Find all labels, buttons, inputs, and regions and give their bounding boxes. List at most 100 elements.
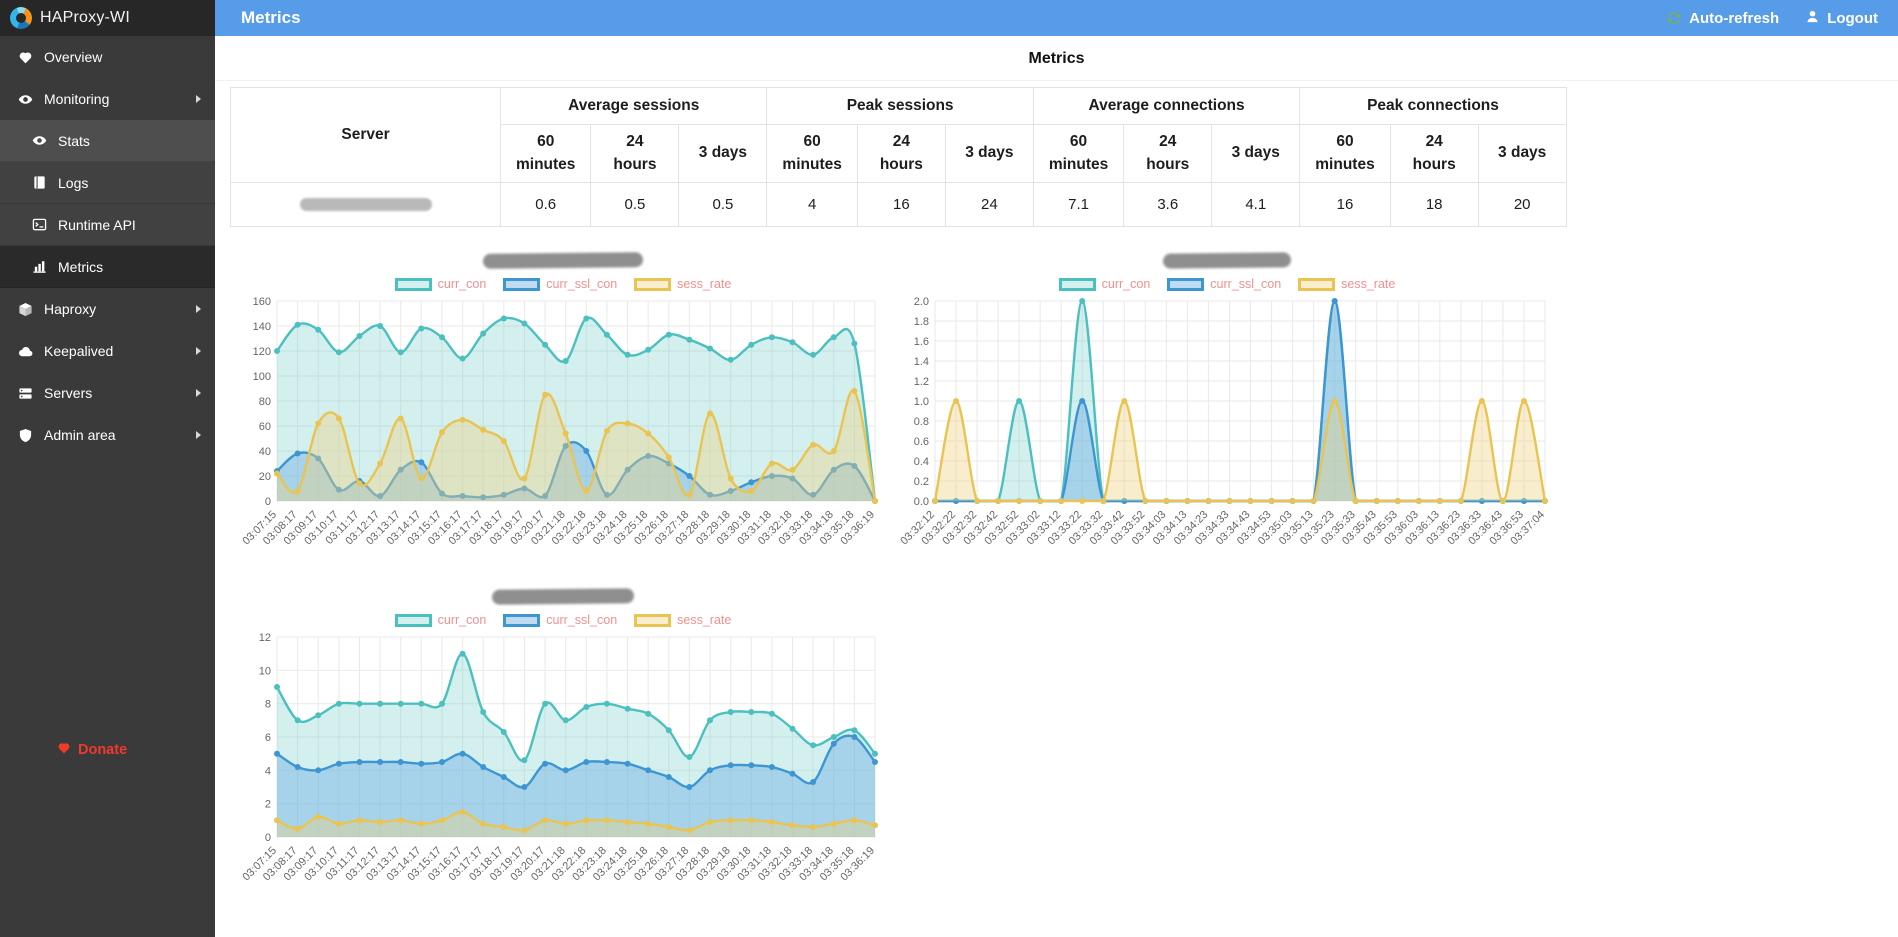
legend-item-curr-con[interactable]: curr_con — [394, 613, 487, 627]
col-period: 3 days — [678, 124, 768, 183]
sidebar-item-keepalived[interactable]: Keepalived — [0, 330, 215, 372]
sidebar-item-label: Runtime API — [58, 216, 136, 233]
svg-text:4: 4 — [265, 765, 271, 777]
legend-label: curr_con — [437, 613, 487, 627]
brand[interactable]: HAProxy-WI — [0, 0, 215, 36]
metric-value-cell: 24 — [944, 182, 1034, 227]
legend-item-curr-con[interactable]: curr_con — [1058, 277, 1150, 291]
legend-item-sess-rate[interactable]: sess_rate — [1298, 277, 1395, 291]
sidebar-item-metrics[interactable]: Metrics — [0, 246, 215, 288]
server-name-redacted — [299, 198, 432, 211]
main-content: Metrics Server Average sessions Peak ses… — [215, 36, 1898, 937]
metrics-chart-2: 0.00.20.40.60.81.01.21.41.61.82.003:32:1… — [898, 296, 1548, 547]
svg-text:6: 6 — [265, 732, 271, 744]
legend-item-curr-con[interactable]: curr_con — [394, 277, 487, 291]
chart-legend: curr_con curr_ssl_con sess_rate — [239, 613, 887, 627]
sidebar-item-runtime-api[interactable]: Runtime API — [0, 204, 215, 246]
chevron-right-icon — [196, 305, 201, 313]
sidebar-item-admin-area[interactable]: Admin area — [0, 414, 215, 456]
col-period: 60 minutes — [1032, 124, 1125, 183]
heartbeat-icon — [17, 49, 33, 65]
legend-swatch-curr-con — [394, 277, 432, 291]
chart-card-2: curr_con curr_ssl_con sess_rate 0.0 0.2 0.… — [897, 252, 1557, 565]
legend-item-sess-rate[interactable]: sess_rate — [634, 613, 731, 627]
top-bar: Metrics Auto-refresh Logout — [215, 0, 1898, 36]
svg-text:1.0: 1.0 — [914, 396, 929, 408]
cube-icon — [17, 301, 33, 317]
svg-text:0.6: 0.6 — [914, 436, 929, 448]
svg-text:8: 8 — [265, 699, 271, 711]
legend-label: sess_rate — [677, 277, 732, 291]
col-header-server: Server — [230, 87, 501, 183]
legend-swatch-sess-rate — [1298, 277, 1336, 291]
col-period: 24 hours — [856, 124, 946, 183]
metric-value-cell: 3.6 — [1123, 182, 1213, 227]
brand-label: HAProxy-WI — [40, 9, 130, 26]
legend-label: curr_con — [437, 277, 487, 291]
metric-value-cell: 0.5 — [590, 182, 680, 227]
metrics-table: Server Average sessions Peak sessions Av… — [230, 87, 1567, 227]
legend-item-sess-rate[interactable]: sess_rate — [634, 277, 731, 291]
metric-value-cell: 4 — [766, 182, 858, 227]
logout-button[interactable]: Logout — [1805, 9, 1878, 28]
server-stack-icon — [17, 385, 33, 401]
svg-text:2: 2 — [265, 799, 271, 811]
chart-legend: curr_con curr_ssl_con sess_rate — [239, 277, 887, 291]
sidebar-item-servers[interactable]: Servers — [0, 372, 215, 414]
sidebar-item-label: Logs — [58, 174, 89, 191]
user-icon — [1805, 9, 1820, 28]
svg-text:2.0: 2.0 — [914, 296, 929, 308]
legend-item-curr-ssl-con[interactable]: curr_ssl_con — [503, 613, 617, 627]
sidebar-item-stats[interactable]: Stats — [0, 120, 215, 162]
eye-icon — [31, 133, 47, 149]
col-period: 60 minutes — [499, 124, 592, 183]
svg-text:80: 80 — [259, 396, 271, 408]
col-group-average-connections: Average connections — [1032, 87, 1301, 125]
legend-label: curr_ssl_con — [1210, 277, 1282, 291]
bar-chart-icon — [31, 259, 47, 275]
shield-icon — [17, 427, 33, 443]
legend-swatch-sess-rate — [634, 277, 672, 291]
svg-text:0.0: 0.0 — [914, 496, 929, 508]
metric-value-cell: 0.6 — [499, 182, 592, 227]
sidebar-item-monitoring[interactable]: Monitoring — [0, 78, 215, 120]
legend-item-curr-ssl-con[interactable]: curr_ssl_con — [503, 277, 617, 291]
svg-text:120: 120 — [253, 346, 271, 358]
sidebar-item-haproxy[interactable]: Haproxy — [0, 288, 215, 330]
svg-text:40: 40 — [259, 446, 271, 458]
sidebar-item-label: Haproxy — [44, 301, 97, 317]
cloud-icon — [17, 343, 33, 359]
metric-value-cell: 16 — [856, 182, 946, 227]
donate-label: Donate — [78, 742, 128, 758]
svg-text:0.8: 0.8 — [914, 416, 929, 428]
eye-icon — [17, 91, 33, 107]
sidebar-item-label: Stats — [58, 132, 90, 149]
col-period: 24 hours — [1389, 124, 1479, 183]
legend-label: curr_ssl_con — [546, 613, 618, 627]
col-period: 3 days — [944, 124, 1034, 183]
legend-label: sess_rate — [677, 613, 732, 627]
sidebar-item-logs[interactable]: Logs — [0, 162, 215, 204]
chart-title-redacted — [1162, 252, 1292, 269]
sidebar-item-label: Admin area — [44, 427, 116, 443]
sidebar-item-label: Keepalived — [44, 343, 114, 359]
auto-refresh-button[interactable]: Auto-refresh — [1666, 10, 1779, 27]
haproxy-wi-logo-icon — [10, 7, 32, 29]
metric-value-cell: 0.5 — [678, 182, 768, 227]
legend-label: curr_ssl_con — [546, 277, 618, 291]
donate-link[interactable]: Donate — [57, 741, 127, 759]
sidebar: HAProxy-WI Overview Monitoring Stats Log… — [0, 0, 215, 937]
col-period: 60 minutes — [1299, 124, 1391, 183]
sidebar-item-overview[interactable]: Overview — [0, 36, 215, 78]
sidebar-item-label: Metrics — [58, 258, 104, 275]
page-title: Metrics — [215, 36, 1898, 81]
svg-text:160: 160 — [253, 296, 271, 308]
svg-text:60: 60 — [259, 421, 271, 433]
sidebar-item-label: Servers — [44, 385, 93, 401]
legend-swatch-curr-ssl-con — [503, 613, 541, 627]
legend-item-curr-ssl-con[interactable]: curr_ssl_con — [1167, 277, 1281, 291]
col-period: 3 days — [1211, 124, 1301, 183]
legend-label: sess_rate — [1341, 277, 1396, 291]
chart-legend: curr_con curr_ssl_con sess_rate — [897, 277, 1557, 291]
logout-label: Logout — [1827, 9, 1878, 27]
